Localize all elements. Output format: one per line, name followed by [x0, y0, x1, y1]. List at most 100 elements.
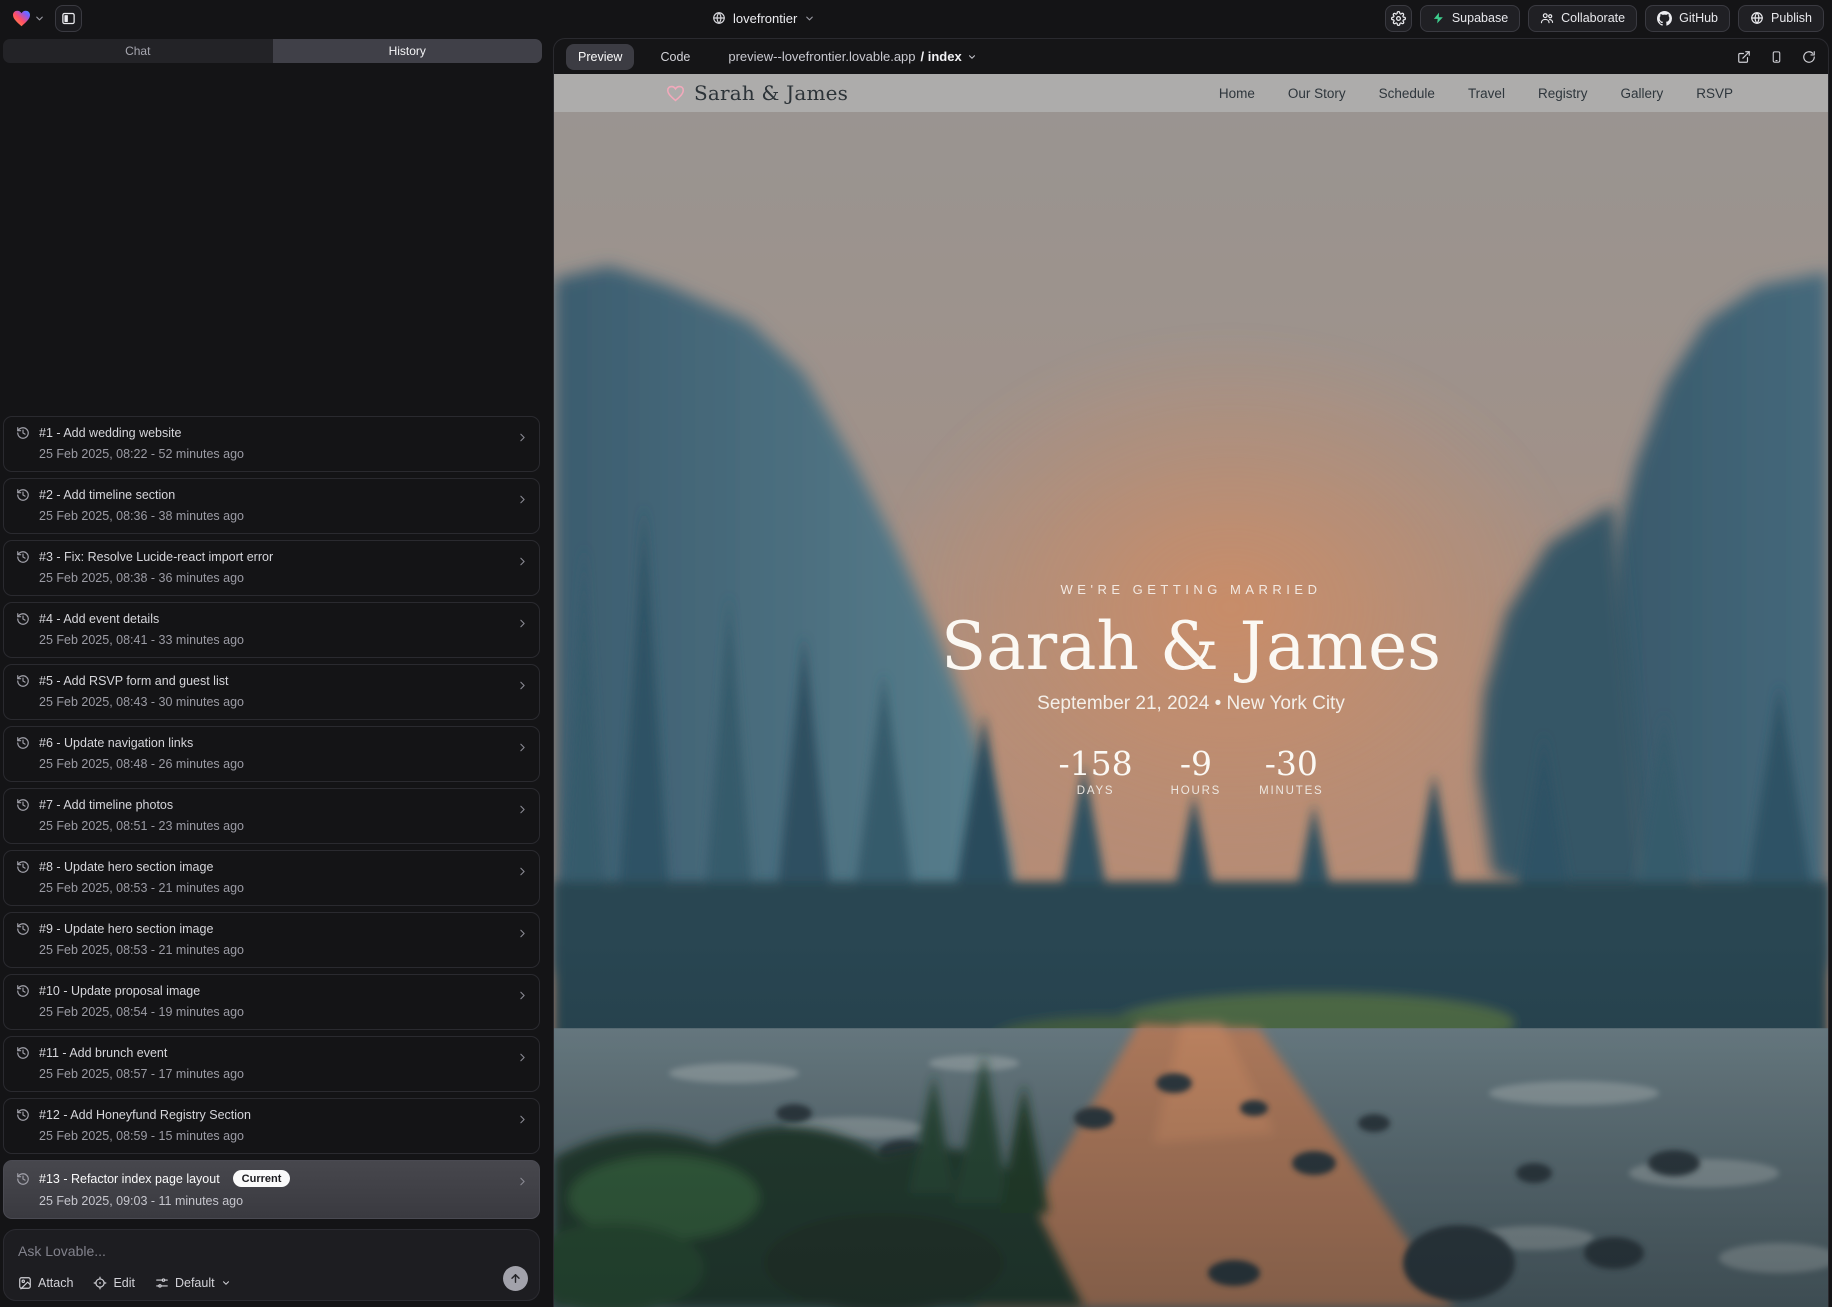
history-list-item[interactable]: #13 - Refactor index page layout Current…: [3, 1160, 540, 1219]
ask-lovable-input[interactable]: [18, 1243, 448, 1259]
refresh-icon[interactable]: [1802, 50, 1816, 64]
chevron-right-icon: [516, 989, 529, 1002]
sidebar-toggle-button[interactable]: [55, 5, 82, 32]
edit-label: Edit: [113, 1276, 135, 1290]
chevron-right-icon: [516, 679, 529, 692]
sliders-icon: [155, 1276, 169, 1290]
project-switcher[interactable]: lovefrontier: [712, 0, 815, 36]
history-list: #1 - Add wedding website 25 Feb 2025, 08…: [3, 63, 543, 1219]
history-icon: [16, 984, 30, 998]
history-list-item[interactable]: #3 - Fix: Resolve Lucide-react import er…: [3, 540, 540, 596]
history-item-title: #8 - Update hero section image: [39, 860, 213, 874]
site-navbar: Sarah & James Home Our Story Schedule Trave…: [554, 74, 1828, 112]
tab-history[interactable]: History: [273, 39, 543, 63]
hero-eyebrow: WE'RE GETTING MARRIED: [554, 582, 1828, 597]
history-list-item[interactable]: #9 - Update hero section image 25 Feb 20…: [3, 912, 540, 968]
chevron-right-icon: [516, 803, 529, 816]
gear-icon: [1391, 11, 1406, 26]
countdown-value: -9: [1171, 747, 1222, 780]
github-icon: [1657, 11, 1672, 26]
attach-button[interactable]: Attach: [18, 1276, 73, 1290]
supabase-button[interactable]: Supabase: [1420, 5, 1520, 32]
tab-chat[interactable]: Chat: [3, 39, 273, 63]
site-nav-travel[interactable]: Travel: [1468, 86, 1505, 101]
chevron-right-icon: [516, 741, 529, 754]
history-list-item[interactable]: #2 - Add timeline section 25 Feb 2025, 0…: [3, 478, 540, 534]
history-list-item[interactable]: #5 - Add RSVP form and guest list 25 Feb…: [3, 664, 540, 720]
history-icon: [16, 736, 30, 750]
history-list-item[interactable]: #11 - Add brunch event 25 Feb 2025, 08:5…: [3, 1036, 540, 1092]
history-icon: [16, 1108, 30, 1122]
chat-sidebar: Chat History #1 - Add wedding website 25…: [0, 36, 545, 1307]
history-item-title: #6 - Update navigation links: [39, 736, 193, 750]
preview-url[interactable]: preview--lovefrontier.lovable.app / inde…: [728, 49, 976, 64]
tab-code[interactable]: Code: [648, 44, 702, 70]
history-item-timestamp: 25 Feb 2025, 08:59 - 15 minutes ago: [16, 1129, 509, 1143]
send-button[interactable]: [503, 1266, 528, 1291]
github-button[interactable]: GitHub: [1645, 5, 1730, 32]
history-list-item[interactable]: #4 - Add event details 25 Feb 2025, 08:4…: [3, 602, 540, 658]
history-list-item[interactable]: #1 - Add wedding website 25 Feb 2025, 08…: [3, 416, 540, 472]
history-icon: [16, 612, 30, 626]
history-list-item[interactable]: #7 - Add timeline photos 25 Feb 2025, 08…: [3, 788, 540, 844]
preview-panel: Preview Code preview--lovefrontier.lovab…: [553, 38, 1829, 1307]
site-nav-registry[interactable]: Registry: [1538, 86, 1588, 101]
countdown: -158DAYS-9HOURS-30MINUTES: [554, 747, 1828, 797]
site-logo[interactable]: Sarah & James: [666, 81, 848, 105]
sidebar-tabs: Chat History: [3, 39, 542, 63]
chevron-down-icon: [967, 52, 977, 62]
chevron-right-icon: [516, 493, 529, 506]
chevron-down-icon: [34, 13, 45, 24]
history-item-title: #2 - Add timeline section: [39, 488, 175, 502]
site-nav-rsvp[interactable]: RSVP: [1696, 86, 1733, 101]
countdown-label: HOURS: [1171, 785, 1222, 797]
mobile-view-icon[interactable]: [1770, 50, 1783, 64]
site-preview: Sarah & James Home Our Story Schedule Trave…: [554, 74, 1828, 1307]
history-item-title: #7 - Add timeline photos: [39, 798, 173, 812]
history-icon: [16, 922, 30, 936]
history-icon: [16, 860, 30, 874]
countdown-item: -158DAYS: [1058, 747, 1132, 797]
preview-header: Preview Code preview--lovefrontier.lovab…: [554, 39, 1828, 74]
history-item-timestamp: 25 Feb 2025, 08:22 - 52 minutes ago: [16, 447, 509, 461]
history-list-item[interactable]: #6 - Update navigation links 25 Feb 2025…: [3, 726, 540, 782]
history-icon: [16, 798, 30, 812]
hero-section: WE'RE GETTING MARRIED Sarah & James Sept…: [554, 582, 1828, 797]
github-label: GitHub: [1679, 11, 1718, 25]
supabase-label: Supabase: [1452, 11, 1508, 25]
history-icon: [16, 1046, 30, 1060]
collaborate-label: Collaborate: [1561, 11, 1625, 25]
image-icon: [18, 1276, 32, 1290]
history-item-timestamp: 25 Feb 2025, 08:48 - 26 minutes ago: [16, 757, 509, 771]
tab-preview[interactable]: Preview: [566, 44, 634, 70]
topbar: lovefrontier Supabase Collab: [0, 0, 1832, 36]
site-nav-gallery[interactable]: Gallery: [1620, 86, 1663, 101]
site-nav-home[interactable]: Home: [1219, 86, 1255, 101]
history-list-item[interactable]: #12 - Add Honeyfund Registry Section 25 …: [3, 1098, 540, 1154]
history-list-item[interactable]: #8 - Update hero section image 25 Feb 20…: [3, 850, 540, 906]
edit-button[interactable]: Edit: [93, 1276, 135, 1290]
target-icon: [93, 1276, 107, 1290]
settings-button[interactable]: [1385, 5, 1412, 32]
site-nav-schedule[interactable]: Schedule: [1379, 86, 1435, 101]
history-item-timestamp: 25 Feb 2025, 08:53 - 21 minutes ago: [16, 943, 509, 957]
history-item-timestamp: 25 Feb 2025, 08:54 - 19 minutes ago: [16, 1005, 509, 1019]
history-item-title: #13 - Refactor index page layout: [39, 1172, 220, 1186]
publish-button[interactable]: Publish: [1738, 5, 1824, 32]
users-icon: [1540, 11, 1554, 25]
collaborate-button[interactable]: Collaborate: [1528, 5, 1637, 32]
history-icon: [16, 1172, 30, 1186]
open-external-icon[interactable]: [1737, 50, 1751, 64]
countdown-value: -158: [1058, 747, 1132, 780]
lovable-logo-menu[interactable]: [8, 8, 49, 29]
chevron-right-icon: [516, 1175, 529, 1188]
mode-select[interactable]: Default: [155, 1276, 231, 1290]
history-item-timestamp: 25 Feb 2025, 08:57 - 17 minutes ago: [16, 1067, 509, 1081]
countdown-value: -30: [1259, 747, 1323, 780]
site-nav-our-story[interactable]: Our Story: [1288, 86, 1346, 101]
history-item-title: #11 - Add brunch event: [39, 1046, 167, 1060]
preview-url-path: / index: [921, 49, 962, 64]
history-list-item[interactable]: #10 - Update proposal image 25 Feb 2025,…: [3, 974, 540, 1030]
history-item-title: #3 - Fix: Resolve Lucide-react import er…: [39, 550, 273, 564]
lovable-app: lovefrontier Supabase Collab: [0, 0, 1832, 1307]
